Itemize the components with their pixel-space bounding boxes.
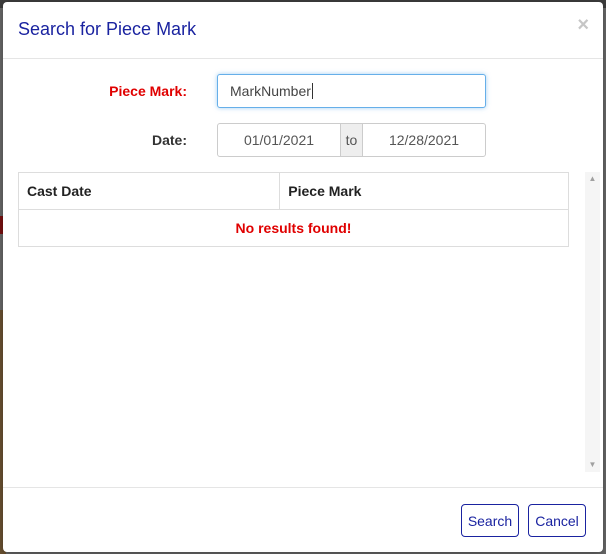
column-header-cast-date[interactable]: Cast Date: [17, 172, 281, 210]
dialog-footer: Search Cancel: [3, 487, 603, 552]
date-from-input[interactable]: 01/01/2021: [218, 124, 341, 156]
date-label: Date:: [151, 132, 187, 148]
close-icon[interactable]: ×: [577, 15, 589, 35]
dialog-title: Search for Piece Mark: [18, 19, 197, 39]
table-row: No results found!: [18, 209, 569, 247]
date-range: 01/01/2021 to 12/28/2021: [217, 123, 486, 157]
search-button[interactable]: Search: [461, 504, 519, 537]
scroll-down-icon[interactable]: ▼: [585, 458, 600, 472]
text-cursor: [311, 83, 313, 99]
piece-mark-input[interactable]: MarkNumber: [217, 74, 486, 108]
date-separator: to: [341, 124, 363, 156]
cancel-button[interactable]: Cancel: [528, 504, 586, 537]
column-header-piece-mark[interactable]: Piece Mark: [279, 172, 569, 210]
date-to-input[interactable]: 12/28/2021: [363, 124, 485, 156]
piece-mark-value: MarkNumber: [230, 83, 311, 99]
no-results-message: No results found!: [18, 209, 569, 247]
results-table: Cast Date Piece Mark No results found!: [17, 172, 569, 247]
scroll-up-icon[interactable]: ▲: [585, 172, 600, 186]
search-piece-mark-dialog: Search for Piece Mark × Piece Mark: Mark…: [3, 2, 603, 552]
table-header-row: Cast Date Piece Mark: [17, 172, 569, 210]
dialog-header: Search for Piece Mark ×: [3, 2, 603, 59]
piece-mark-label: Piece Mark:: [109, 83, 187, 99]
results-scrollbar[interactable]: ▲ ▼: [585, 172, 600, 472]
results-table-container: Cast Date Piece Mark No results found!: [17, 172, 569, 247]
